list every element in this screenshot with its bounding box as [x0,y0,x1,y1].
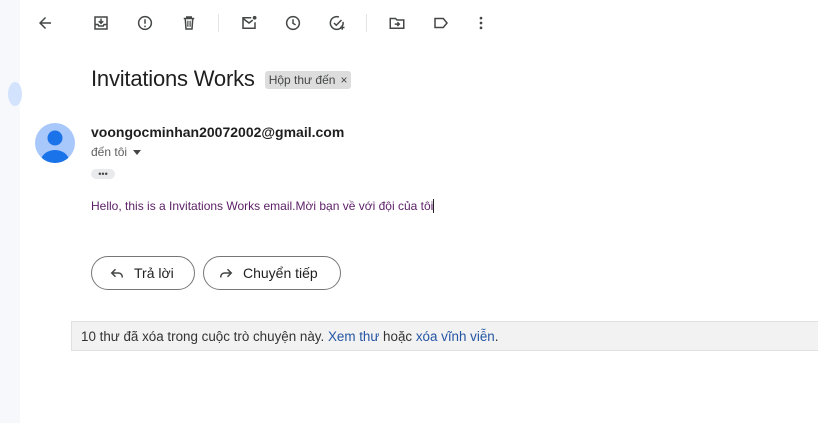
text-cursor [433,199,435,213]
email-subject: Invitations Works [91,66,255,91]
move-to-icon[interactable] [385,11,409,35]
snooze-icon[interactable] [281,11,305,35]
recipient-row: đến tôi [91,145,142,159]
email-body: Hello, this is a Invitations Works email… [91,199,435,213]
toolbar-divider [218,14,219,32]
show-trimmed-content-button[interactable]: ••• [91,169,115,179]
delete-icon[interactable] [177,11,201,35]
add-to-tasks-icon[interactable] [325,11,349,35]
back-icon[interactable] [33,11,57,35]
email-body-text: Hello, this is a Invitations Works email… [91,199,434,213]
remove-label-icon[interactable]: × [340,73,347,87]
deleted-messages-notice: 10 thư đã xóa trong cuộc trò chuyện này.… [71,321,818,351]
email-view: Invitations Works Hộp thư đến × voongocm… [8,0,818,423]
avatar[interactable] [35,123,75,163]
reply-icon [110,268,123,278]
delete-forever-link[interactable]: xóa vĩnh viễn [416,329,495,344]
forward-label: Chuyển tiếp [243,265,318,281]
mark-unread-icon[interactable] [237,11,261,35]
label-icon[interactable] [429,11,453,35]
sender-email[interactable]: voongocminhan20072002@gmail.com [91,124,344,140]
archive-icon[interactable] [89,11,113,35]
forward-button[interactable]: Chuyển tiếp [203,256,341,290]
toolbar [20,0,818,46]
view-messages-link[interactable]: Xem thư [328,329,379,344]
toolbar-divider [366,14,367,32]
side-indicator [8,82,22,106]
show-details-icon[interactable] [133,149,142,155]
subject-row: Invitations Works Hộp thư đến × [91,66,352,92]
notice-period: . [494,328,499,344]
forward-icon [220,268,233,278]
inbox-label-chip[interactable]: Hộp thư đến × [264,71,352,89]
recipient-label: đến tôi [91,145,128,159]
more-icon[interactable] [469,11,493,35]
report-spam-icon[interactable] [133,11,157,35]
reply-button[interactable]: Trả lời [91,256,195,290]
reply-label: Trả lời [134,265,174,281]
notice-connector: hoặc [379,328,416,344]
notice-text: 10 thư đã xóa trong cuộc trò chuyện này. [81,328,328,344]
label-chip-text: Hộp thư đến [268,73,336,87]
